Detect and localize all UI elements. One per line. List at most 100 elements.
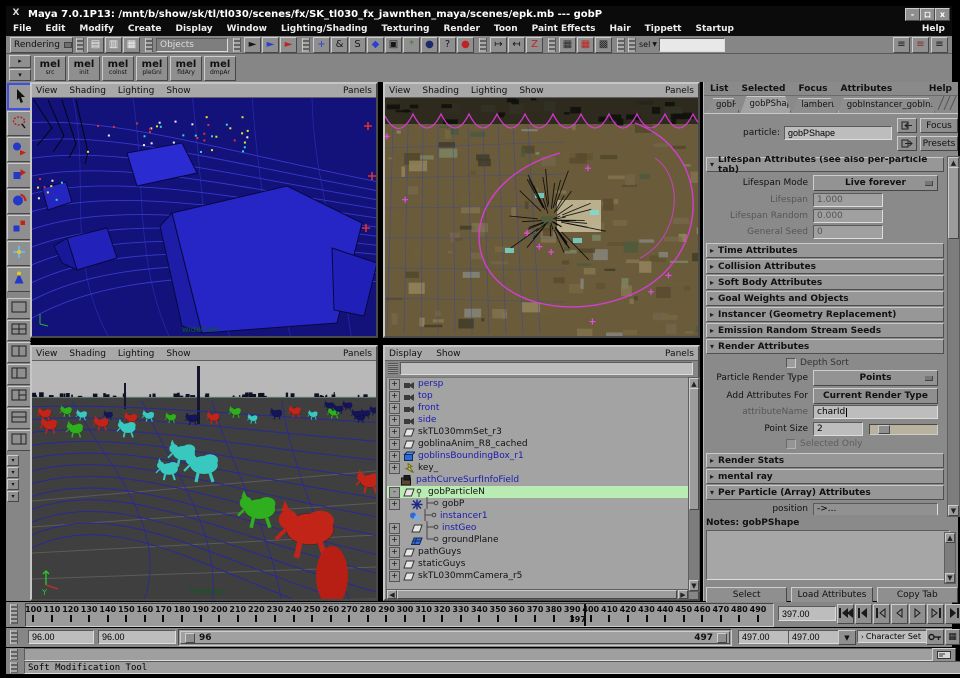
shelf-item-pleGni[interactable]: melpleGni: [136, 56, 168, 81]
node-name-input[interactable]: [784, 126, 892, 140]
script-editor-button[interactable]: [932, 648, 956, 662]
character-set-menu[interactable]: ›Character Set: [857, 630, 929, 643]
viewport-menu-show[interactable]: Show: [166, 86, 190, 96]
outliner-menu-show[interactable]: Show: [436, 349, 460, 359]
outliner-item-pathCurveSurfInfoField[interactable]: pathCurveSurfInfoField: [387, 474, 688, 486]
section-per-particle-array-attributes[interactable]: ▾Per Particle (Array) Attributes: [706, 485, 944, 500]
outliner-item-key_[interactable]: +key_: [387, 462, 688, 474]
outliner-hscrollbar[interactable]: ◀ ▶: [386, 589, 689, 600]
selection-mask-dropdown[interactable]: Objects: [156, 38, 228, 52]
menu-hair[interactable]: Hair: [603, 24, 638, 34]
auto-keyframe-button[interactable]: [926, 629, 944, 645]
menu-display[interactable]: Display: [169, 24, 220, 34]
snap-curve-icon[interactable]: &: [331, 37, 348, 53]
menu-edit[interactable]: Edit: [38, 24, 72, 34]
input-connections-icon[interactable]: ↦: [490, 37, 507, 53]
command-line-input[interactable]: [24, 648, 934, 661]
ae-menu-focus[interactable]: Focus: [798, 84, 827, 94]
viewport-menu-show[interactable]: Show: [166, 349, 190, 359]
ipr-render-icon[interactable]: ▦: [577, 37, 594, 53]
layout-shortcut-button[interactable]: ▾: [7, 467, 19, 478]
play-backwards-button[interactable]: [891, 604, 908, 624]
focus-button[interactable]: Focus: [920, 118, 958, 133]
group-grip[interactable]: [617, 38, 625, 52]
general-seed-input[interactable]: 0: [813, 225, 883, 239]
shelf-item-src[interactable]: melsrc: [34, 56, 66, 81]
help-mode-icon[interactable]: ?: [439, 37, 456, 53]
section-render-stats[interactable]: ▸Render Stats: [706, 453, 944, 468]
range-slider-bar[interactable]: 96 497: [180, 631, 730, 644]
snap-plane-icon[interactable]: ◆: [367, 37, 384, 53]
outliner-list[interactable]: +persp+top+front+side+skTL030mmSet_r3+go…: [386, 377, 689, 590]
range-end-handle[interactable]: [717, 633, 727, 643]
shelf-item-init[interactable]: melinit: [68, 56, 100, 81]
panels-menu[interactable]: Panels: [343, 349, 372, 359]
construction-history-icon[interactable]: Z: [526, 37, 543, 53]
particle-render-type-dropdown[interactable]: Points: [813, 370, 938, 386]
section-goal-weights-and-objects[interactable]: ▸Goal Weights and Objects: [706, 291, 944, 306]
playback-start-input[interactable]: [98, 630, 176, 644]
outliner-filter-icons[interactable]: [388, 363, 398, 374]
expand-icon[interactable]: +: [389, 559, 400, 570]
ae-scroll-area[interactable]: ▾Lifespan Attributes (see also per-parti…: [704, 156, 946, 515]
ae-tab-overflow[interactable]: [936, 96, 958, 113]
expand-icon[interactable]: +: [389, 451, 400, 462]
time-slider[interactable]: 1001101201301401501601701801902002102202…: [25, 603, 774, 627]
group-grip[interactable]: [233, 38, 241, 52]
two-pane-side-layout-button[interactable]: [7, 342, 31, 363]
section-render-attributes[interactable]: ▾Render Attributes: [706, 339, 944, 354]
unpin-node-button[interactable]: [897, 136, 917, 151]
outliner-vscrollbar[interactable]: ▲ ▼: [688, 377, 700, 592]
viewport-menu-lighting[interactable]: Lighting: [118, 86, 154, 96]
menu-lighting-shading[interactable]: Lighting/Shading: [274, 24, 375, 34]
ae-tab-gobpshape[interactable]: gobPShape: [740, 96, 791, 113]
expand-icon[interactable]: +: [389, 403, 400, 414]
render-current-frame-icon[interactable]: ▦: [559, 37, 576, 53]
outliner-item-front[interactable]: +front: [387, 402, 688, 414]
top-viewport-canvas[interactable]: [385, 98, 698, 336]
animation-end-input[interactable]: [788, 630, 840, 644]
expand-icon[interactable]: +: [389, 415, 400, 426]
section-soft-body-attributes[interactable]: ▸Soft Body Attributes: [706, 275, 944, 290]
scroll-down-icon[interactable]: ▼: [689, 580, 699, 591]
single-pane-layout-button[interactable]: [7, 298, 31, 319]
help-line-grip[interactable]: [10, 662, 18, 673]
outliner-item-goblinsBoundingBox_r1[interactable]: +goblinsBoundingBox_r1: [387, 450, 688, 462]
attribute-name-input[interactable]: charId: [813, 405, 938, 419]
group-grip[interactable]: [628, 38, 636, 52]
lock-icon[interactable]: ●: [457, 37, 474, 53]
scroll-right-icon[interactable]: ▶: [678, 590, 688, 599]
select-component-icon[interactable]: ►: [280, 37, 297, 53]
lifespan-input[interactable]: 1.000: [813, 193, 883, 207]
command-line-grip[interactable]: [10, 649, 18, 660]
scale-tool-button[interactable]: [7, 215, 31, 240]
outliner-item-skTL030mmSet_r3[interactable]: +skTL030mmSet_r3: [387, 426, 688, 438]
menu-help[interactable]: Help: [915, 24, 952, 34]
quick-select-input[interactable]: [659, 38, 725, 52]
hypershade-persp-layout-button[interactable]: [7, 430, 31, 451]
ae-vscrollbar[interactable]: ▲ ▼: [947, 156, 960, 517]
playback-end-input[interactable]: [738, 630, 790, 644]
point-size-slider[interactable]: [869, 424, 938, 435]
shelf-item-dmpAr[interactable]: meldmpAr: [204, 56, 236, 81]
paint-select-tool-button[interactable]: [7, 137, 31, 162]
universal-manipulator-tool-button[interactable]: [7, 241, 31, 266]
menu-window[interactable]: Window: [220, 24, 274, 34]
expand-icon[interactable]: +: [389, 463, 400, 474]
minimize-button[interactable]: -: [905, 8, 918, 19]
step-back-frame-button[interactable]: [855, 604, 872, 624]
expand-icon[interactable]: +: [389, 427, 400, 438]
ae-help-menu[interactable]: Help: [929, 84, 958, 94]
layout-shortcut-button[interactable]: ▾: [7, 491, 19, 502]
expand-icon[interactable]: +: [389, 571, 400, 582]
select-button[interactable]: Select: [706, 587, 787, 603]
maximize-button[interactable]: 口: [920, 8, 933, 19]
select-object-icon[interactable]: ►: [262, 37, 279, 53]
menu-create[interactable]: Create: [121, 24, 169, 34]
persp-graph-layout-button[interactable]: [7, 408, 31, 429]
persp-viewport-canvas[interactable]: wideCam: [32, 98, 376, 336]
copy-tab-button[interactable]: Copy Tab: [877, 587, 958, 603]
expand-icon[interactable]: +: [389, 439, 400, 450]
scroll-down-icon[interactable]: ▼: [948, 505, 959, 516]
viewport-menu-view[interactable]: View: [389, 86, 410, 96]
